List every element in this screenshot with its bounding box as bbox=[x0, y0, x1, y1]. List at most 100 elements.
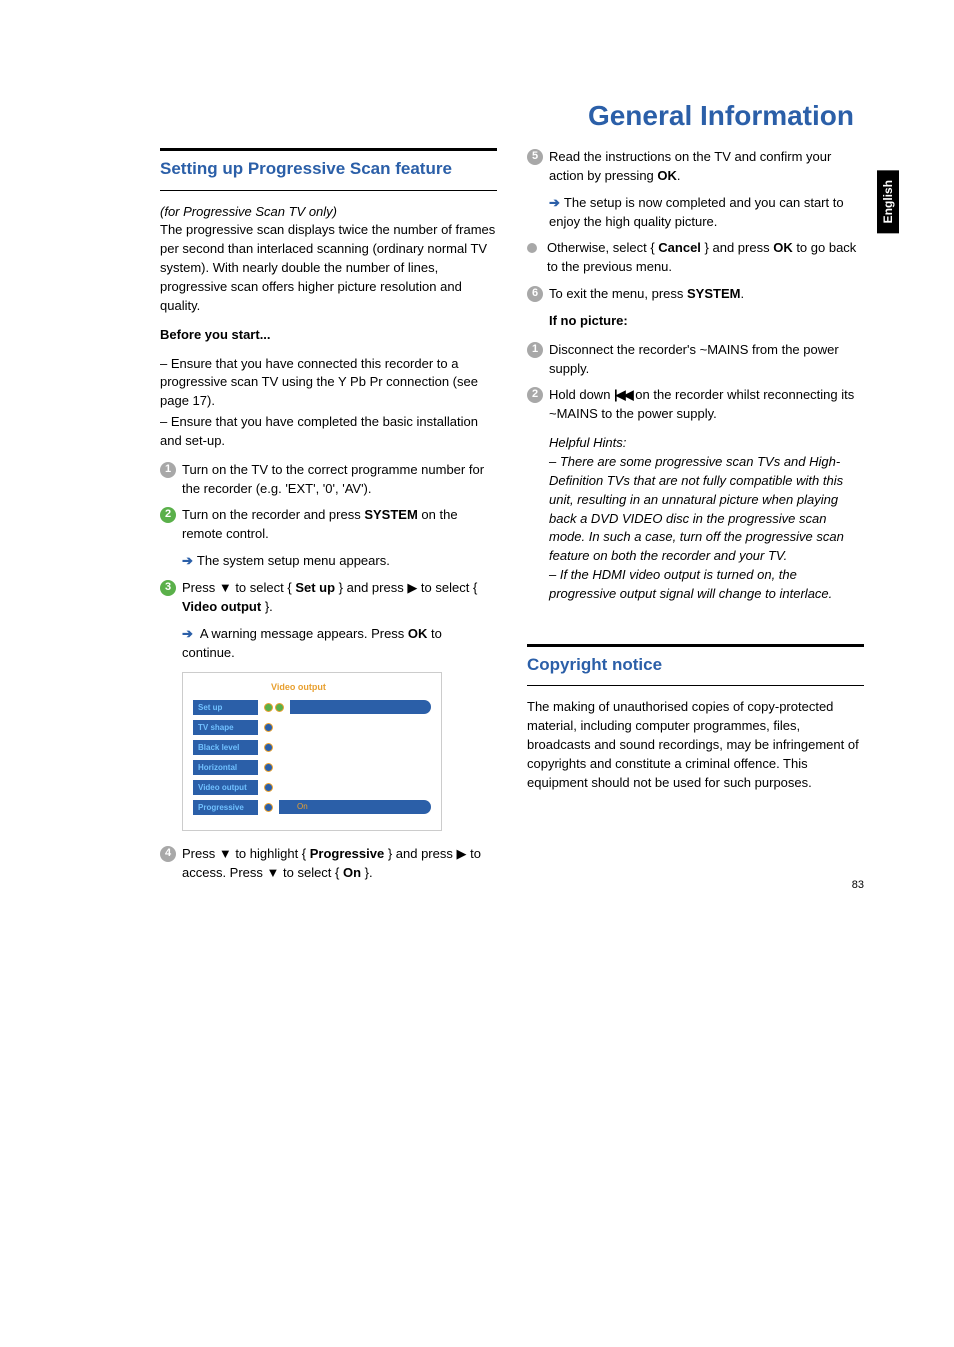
step-4: 4 Press ▼ to highlight { Progressive } a… bbox=[160, 845, 497, 883]
menu-bar bbox=[290, 700, 431, 714]
section-heading: Setting up Progressive Scan feature bbox=[160, 157, 497, 182]
hints-1: – There are some progressive scan TVs an… bbox=[549, 453, 864, 566]
nopic-step-1-text: Disconnect the recorder's ~MAINS from th… bbox=[549, 341, 864, 379]
step-3-sub: A warning message appears. Press OK to c… bbox=[160, 625, 497, 663]
text: To exit the menu, press bbox=[549, 286, 687, 301]
menu-label: Set up bbox=[193, 700, 258, 716]
no-picture-title: If no picture: bbox=[527, 312, 864, 331]
text: A warning message appears. Press bbox=[200, 626, 408, 641]
content-columns: Setting up Progressive Scan feature (for… bbox=[160, 148, 864, 891]
right-column: 5 Read the instructions on the TV and co… bbox=[527, 148, 864, 891]
page: English General Information Setting up P… bbox=[0, 0, 954, 941]
step-6-text: To exit the menu, press SYSTEM. bbox=[549, 285, 864, 304]
hints-2: – If the HDMI video output is turned on,… bbox=[549, 566, 864, 604]
text: Otherwise, select { bbox=[547, 240, 658, 255]
text-bold: OK bbox=[408, 626, 428, 641]
step-number-icon: 3 bbox=[160, 580, 176, 596]
section-header-copyright: Copyright notice bbox=[527, 644, 864, 687]
step-3-text: Press ▼ to select { Set up } and press ▶… bbox=[182, 579, 497, 617]
step-2-sub: The system setup menu appears. bbox=[160, 552, 497, 571]
before-item-1: – Ensure that you have connected this re… bbox=[160, 355, 497, 412]
text-bold: Video output bbox=[182, 599, 261, 614]
text: }. bbox=[361, 865, 373, 880]
nopic-step-2: 2 Hold down |◀◀ on the recorder whilst r… bbox=[527, 386, 864, 424]
menu-node-icon bbox=[275, 703, 284, 712]
text: . bbox=[677, 168, 681, 183]
before-item-2: – Ensure that you have completed the bas… bbox=[160, 413, 497, 451]
section-header-progressive: Setting up Progressive Scan feature bbox=[160, 148, 497, 191]
text: Turn on the recorder and press bbox=[182, 507, 364, 522]
menu-node-icon bbox=[264, 723, 273, 732]
menu-node-icon bbox=[264, 703, 273, 712]
menu-label: TV shape bbox=[193, 720, 258, 736]
hints-block: Helpful Hints: – There are some progress… bbox=[527, 434, 864, 604]
step-2: 2 Turn on the recorder and press SYSTEM … bbox=[160, 506, 497, 544]
page-number: 83 bbox=[852, 879, 864, 891]
text: Hold down bbox=[549, 387, 614, 402]
menu-label: Black level bbox=[193, 740, 258, 756]
text-bold: Set up bbox=[295, 580, 335, 595]
text: } and press bbox=[701, 240, 773, 255]
text-bold: On bbox=[343, 865, 361, 880]
language-tab: English bbox=[877, 170, 899, 233]
menu-node-icon bbox=[264, 803, 273, 812]
intro-italic: (for Progressive Scan TV only) bbox=[160, 204, 337, 219]
text: Press ▼ to highlight { bbox=[182, 846, 310, 861]
step-number-icon: 2 bbox=[160, 507, 176, 523]
step-3: 3 Press ▼ to select { Set up } and press… bbox=[160, 579, 497, 617]
text-bold: OK bbox=[773, 240, 793, 255]
menu-row: Black level bbox=[193, 738, 431, 756]
menu-node-icon bbox=[264, 763, 273, 772]
nopic-step-2-text: Hold down |◀◀ on the recorder whilst rec… bbox=[549, 386, 864, 424]
menu-node-icon bbox=[264, 743, 273, 752]
menu-row: Progressive On bbox=[193, 798, 431, 816]
menu-on-label: On bbox=[279, 802, 308, 811]
menu-label: Progressive bbox=[193, 800, 258, 816]
step-number-icon: 4 bbox=[160, 846, 176, 862]
step-2-text: Turn on the recorder and press SYSTEM on… bbox=[182, 506, 497, 544]
text: } and press ▶ to select { bbox=[335, 580, 477, 595]
copyright-body: The making of unauthorised copies of cop… bbox=[527, 698, 864, 792]
text-bold: Progressive bbox=[310, 846, 384, 861]
menu-row: Set up bbox=[193, 698, 431, 716]
menu-row: Horizontal bbox=[193, 758, 431, 776]
step-number-icon: 6 bbox=[527, 286, 543, 302]
text: Read the instructions on the TV and conf… bbox=[549, 149, 831, 183]
bullet-cancel: Otherwise, select { Cancel } and press O… bbox=[527, 239, 864, 277]
section-heading: Copyright notice bbox=[527, 653, 864, 678]
text: . bbox=[740, 286, 744, 301]
text-bold: SYSTEM bbox=[687, 286, 740, 301]
step-5: 5 Read the instructions on the TV and co… bbox=[527, 148, 864, 186]
step-number-icon: 5 bbox=[527, 149, 543, 165]
step-1: 1 Turn on the TV to the correct programm… bbox=[160, 461, 497, 499]
menu-label: Video output bbox=[193, 780, 258, 796]
step-1-text: Turn on the TV to the correct programme … bbox=[182, 461, 497, 499]
step-number-icon: 2 bbox=[527, 387, 543, 403]
menu-header: Video output bbox=[271, 681, 431, 694]
step-4-text: Press ▼ to highlight { Progressive } and… bbox=[182, 845, 497, 883]
intro-paragraph: (for Progressive Scan TV only) The progr… bbox=[160, 203, 497, 316]
text-bold: OK bbox=[657, 168, 677, 183]
text: }. bbox=[261, 599, 273, 614]
step-5-sub: The setup is now completed and you can s… bbox=[527, 194, 864, 232]
rewind-icon: |◀◀ bbox=[614, 387, 632, 402]
nopic-step-1: 1 Disconnect the recorder's ~MAINS from … bbox=[527, 341, 864, 379]
menu-row: TV shape bbox=[193, 718, 431, 736]
step-number-icon: 1 bbox=[527, 342, 543, 358]
text-bold: Cancel bbox=[658, 240, 701, 255]
page-title: General Information bbox=[160, 100, 864, 132]
intro-body: The progressive scan displays twice the … bbox=[160, 222, 495, 312]
menu-label: Horizontal bbox=[193, 760, 258, 776]
step-6: 6 To exit the menu, press SYSTEM. bbox=[527, 285, 864, 304]
menu-row: Video output bbox=[193, 778, 431, 796]
step-number-icon: 1 bbox=[160, 462, 176, 478]
menu-node-icon bbox=[264, 783, 273, 792]
bullet-icon bbox=[527, 243, 537, 253]
menu-screenshot: Video output Set up TV shape Black level… bbox=[182, 672, 442, 831]
left-column: Setting up Progressive Scan feature (for… bbox=[160, 148, 497, 891]
text: Press ▼ to select { bbox=[182, 580, 295, 595]
hints-title: Helpful Hints: bbox=[549, 434, 864, 453]
bullet-text: Otherwise, select { Cancel } and press O… bbox=[547, 239, 864, 277]
menu-bar: On bbox=[279, 800, 431, 814]
before-title: Before you start... bbox=[160, 326, 497, 345]
